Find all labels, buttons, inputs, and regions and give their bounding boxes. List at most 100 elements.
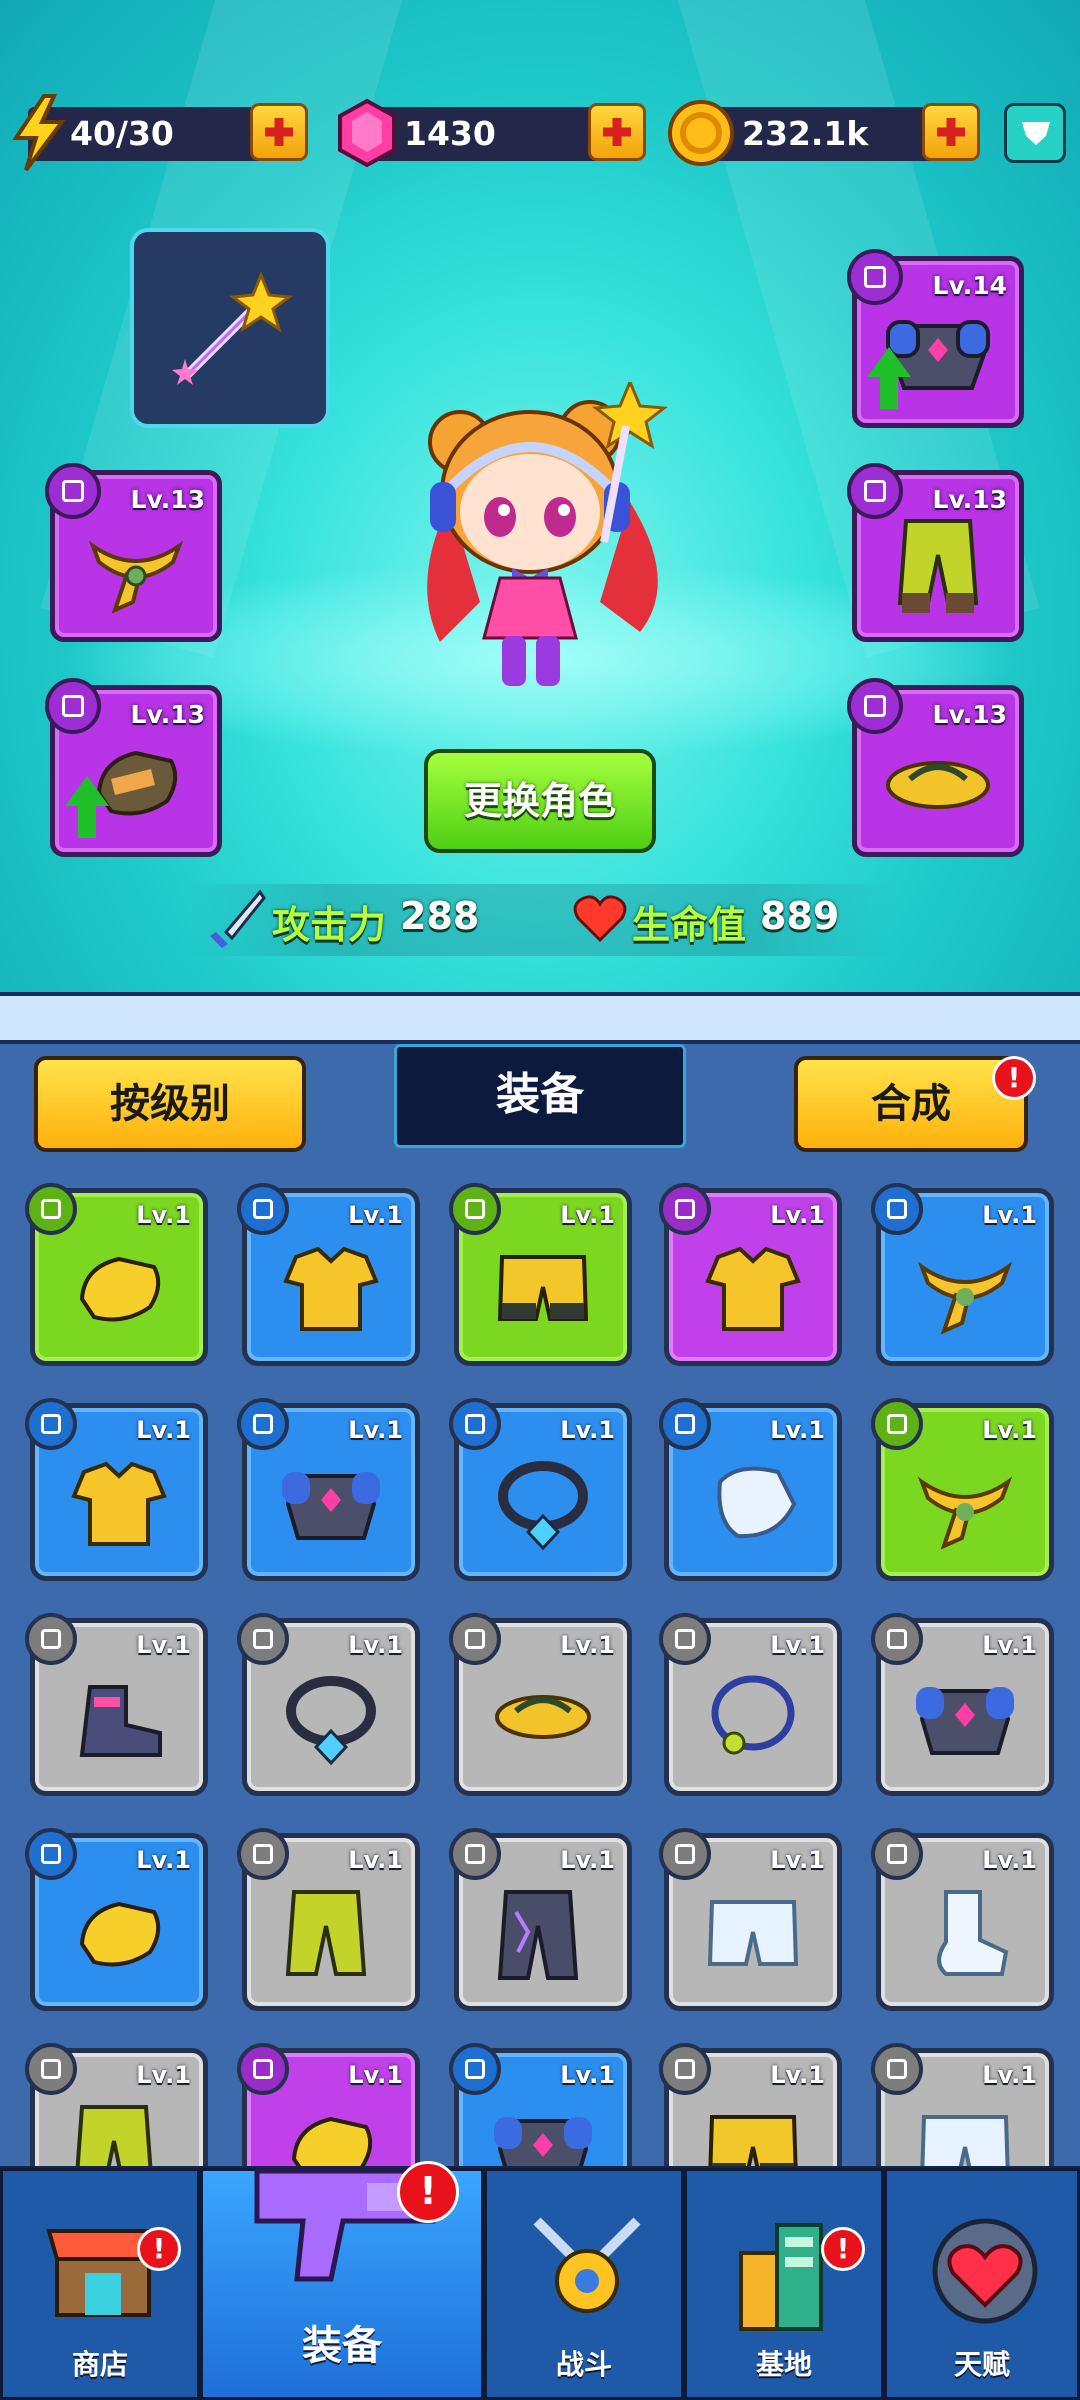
inventory-item[interactable]: Lv.1 [871, 1613, 1054, 1796]
item-type-icon [659, 1183, 711, 1235]
nav-label-battle: 战斗 [555, 2348, 612, 2381]
shirt-icon [71, 1461, 167, 1547]
item-level: Lv.1 [136, 1631, 191, 1659]
equip-level: Lv.13 [932, 485, 1007, 514]
inventory-item[interactable]: Lv.1 [449, 1183, 632, 1366]
inventory-item[interactable]: Lv.1 [871, 1398, 1054, 1581]
inventory-item[interactable]: Lv.1 [237, 1828, 420, 2011]
inventory-item[interactable]: Lv.1 [25, 1828, 208, 2011]
equip-slot-gloves[interactable]: Lv.13 [45, 678, 222, 857]
item-type-icon [659, 1398, 711, 1450]
boots-icon [79, 1685, 162, 1758]
merge-alert-badge: ! [992, 1056, 1036, 1100]
heart-shield-icon [932, 2218, 1038, 2324]
item-type-icon [237, 1183, 289, 1235]
hp-label: 生命值 [632, 903, 747, 947]
camo-pants-icon [897, 518, 979, 613]
inventory-item[interactable]: Lv.1 [449, 1828, 632, 2011]
equip-slot-shoes[interactable]: Lv.13 [847, 678, 1024, 857]
inventory-item[interactable]: Lv.1 [237, 1613, 420, 1796]
nav-tab-battle[interactable]: 战斗 [484, 2168, 684, 2400]
add-gems-button[interactable] [588, 103, 646, 161]
inventory-item[interactable]: Lv.1 [659, 1398, 842, 1581]
add-energy-button[interactable] [250, 103, 308, 161]
shirt-icon [283, 1246, 379, 1332]
inventory-item[interactable]: Lv.1 [25, 1613, 208, 1796]
equip-level: Lv.14 [932, 271, 1007, 300]
item-type-icon [871, 1183, 923, 1235]
item-level: Lv.1 [770, 1201, 825, 1229]
sandals-icon [886, 760, 990, 809]
item-level: Lv.1 [136, 1201, 191, 1229]
inventory-item[interactable]: Lv.1 [871, 1828, 1054, 2011]
base-icon [739, 2223, 823, 2331]
item-level: Lv.1 [348, 1416, 403, 1444]
nav-tab-shop[interactable]: ! 商店 [0, 2168, 200, 2400]
inventory-item[interactable]: Lv.1 [659, 1613, 842, 1796]
inventory-item[interactable]: Lv.1 [237, 1183, 420, 1366]
gem-icon [338, 98, 396, 168]
change-character-button[interactable]: 更换角色 [424, 749, 656, 853]
item-type-icon [871, 2043, 923, 2095]
item-level: Lv.1 [348, 1846, 403, 1874]
item-level: Lv.1 [348, 1631, 403, 1659]
item-level: Lv.1 [982, 1201, 1037, 1229]
equip-slot-necklace[interactable]: Lv.13 [45, 463, 222, 642]
item-level: Lv.1 [770, 1846, 825, 1874]
armor-icon [916, 1687, 1014, 1756]
scarf-icon [917, 1261, 1013, 1335]
inventory-item[interactable]: Lv.1 [871, 1183, 1054, 1366]
item-type-icon [237, 1828, 289, 1880]
equipment-title: 装备 [394, 1044, 686, 1148]
heart-icon [573, 895, 627, 943]
necklace-icon [498, 1461, 588, 1551]
item-level: Lv.1 [136, 2061, 191, 2089]
vip-button[interactable] [1004, 103, 1066, 163]
upgrade-arrow-icon [65, 776, 109, 838]
inventory-item[interactable]: Lv.1 [449, 1398, 632, 1581]
item-level: Lv.1 [560, 1416, 615, 1444]
inventory-item[interactable]: Lv.1 [25, 1183, 208, 1366]
shirt-icon [705, 1246, 801, 1332]
weapon-slot[interactable] [130, 228, 330, 428]
base-alert-badge: ! [821, 2227, 865, 2271]
item-level: Lv.1 [982, 1631, 1037, 1659]
shoes-type-icon [847, 678, 903, 734]
item-type-icon [25, 2043, 77, 2095]
item-type-icon [659, 1613, 711, 1665]
equip-slot-armor[interactable]: Lv.14 [847, 249, 1024, 428]
coin-icon [668, 100, 734, 166]
inventory-item[interactable]: Lv.1 [659, 1183, 842, 1366]
nav-tab-equipment[interactable]: ! 装备 [200, 2161, 484, 2400]
add-coins-button[interactable] [922, 103, 980, 161]
magic-wand-icon [172, 270, 293, 385]
item-level: Lv.1 [348, 2061, 403, 2089]
item-level: Lv.1 [982, 2061, 1037, 2089]
character-portrait [427, 382, 668, 686]
item-level: Lv.1 [560, 1201, 615, 1229]
sort-by-level-button[interactable]: 按级别 [34, 1056, 306, 1152]
glove-icon [717, 1466, 797, 1539]
shield-icon [1022, 122, 1050, 145]
equipment-alert-badge: ! [397, 2161, 459, 2223]
inventory-item[interactable]: Lv.1 [449, 1613, 632, 1796]
inventory-item[interactable]: Lv.1 [237, 1398, 420, 1581]
item-level: Lv.1 [560, 1846, 615, 1874]
gems-value: 1430 [404, 114, 496, 153]
item-type-icon [25, 1183, 77, 1235]
shop-alert-badge: ! [137, 2227, 181, 2271]
upgrade-arrow-icon [867, 347, 911, 409]
scarf-icon [917, 1476, 1013, 1550]
inventory-item[interactable]: Lv.1 [659, 1828, 842, 2011]
nav-tab-talent[interactable]: 天赋 [884, 2168, 1080, 2400]
equip-slot-pants[interactable]: Lv.13 [847, 463, 1024, 642]
pants-dark-icon [497, 1890, 579, 1981]
armor-icon [282, 1472, 380, 1541]
shorts-icon [497, 1255, 589, 1322]
armor-type-icon [847, 249, 903, 305]
item-level: Lv.1 [770, 2061, 825, 2089]
item-type-icon [449, 1183, 501, 1235]
inventory-item[interactable]: Lv.1 [25, 1398, 208, 1581]
nav-tab-base[interactable]: ! 基地 [684, 2168, 884, 2400]
equip-level: Lv.13 [130, 700, 205, 729]
